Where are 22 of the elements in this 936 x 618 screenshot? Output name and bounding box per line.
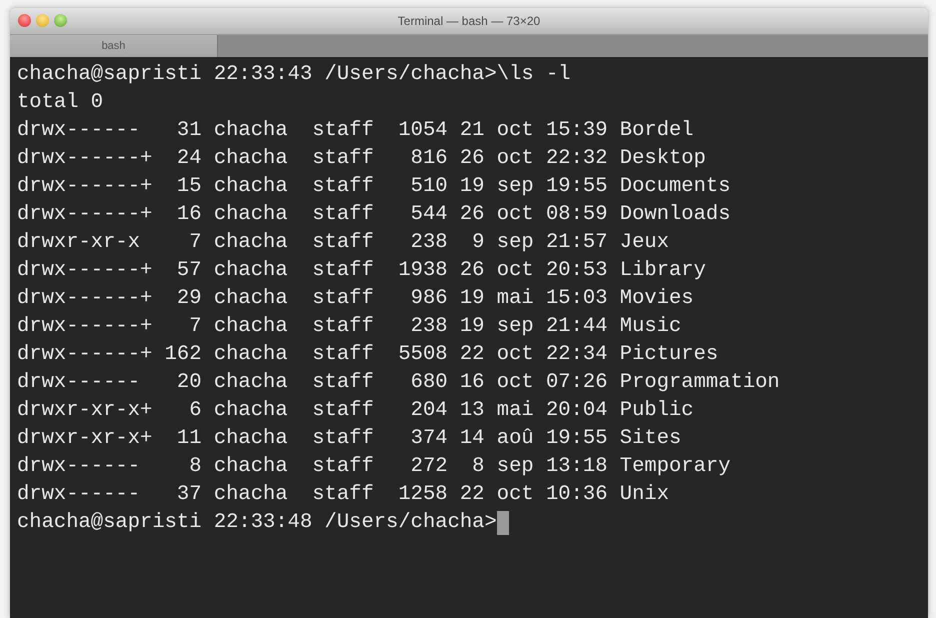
terminal-line: drwxr-xr-x 7 chacha staff 238 9 sep 21:57 Jeux (17, 230, 670, 256)
terminal-line: drwx------ 37 chacha staff 1258 22 oct 10:36 Unix (17, 482, 670, 508)
terminal-line: drwx------ 31 chacha staff 1054 21 oct 15:39 Bordel (17, 118, 694, 144)
terminal-line: drwxr-xr-x+ 6 chacha staff 204 13 mai 20:04 Public (17, 398, 694, 424)
terminal-line: total 0 (17, 90, 104, 116)
terminal-line: drwx------+ 57 chacha staff 1938 26 oct 20:53 Library (17, 258, 706, 284)
zoom-button[interactable] (54, 14, 67, 27)
terminal-line: drwx------+ 29 chacha staff 986 19 mai 15:03 Movies (17, 286, 694, 312)
terminal-line: drwx------+ 16 chacha staff 544 26 oct 08:59 Downloads (17, 202, 731, 228)
terminal-line: drwxr-xr-x+ 11 chacha staff 374 14 aoû 19:55 Sites (17, 426, 682, 452)
window-title: Terminal — bash — 73×20 (398, 14, 540, 28)
terminal-line: drwx------+ 15 chacha staff 510 19 sep 19:55 Documents (17, 174, 731, 200)
terminal-line: drwx------+ 24 chacha staff 816 26 oct 22:32 Desktop (17, 146, 706, 172)
tab[interactable]: bash (10, 35, 218, 57)
terminal-line: drwx------+ 162 chacha staff 5508 22 oct 22:34 Pictures (17, 342, 718, 368)
close-button[interactable] (18, 14, 31, 27)
terminal-line: drwx------+ 7 chacha staff 238 19 sep 21:44 Music (17, 314, 682, 340)
terminal-line: chacha@sapristi 22:33:43 /Users/chacha>\ls -l (17, 62, 571, 88)
terminal-line: drwx------ 8 chacha staff 272 8 sep 13:18 Temporary (17, 454, 731, 480)
minimize-button[interactable] (36, 14, 49, 27)
terminal-line: drwx------ 20 chacha staff 680 16 oct 07:26 Programmation (17, 370, 780, 396)
shell-prompt: chacha@sapristi 22:33:48 /Users/chacha> (17, 510, 497, 536)
